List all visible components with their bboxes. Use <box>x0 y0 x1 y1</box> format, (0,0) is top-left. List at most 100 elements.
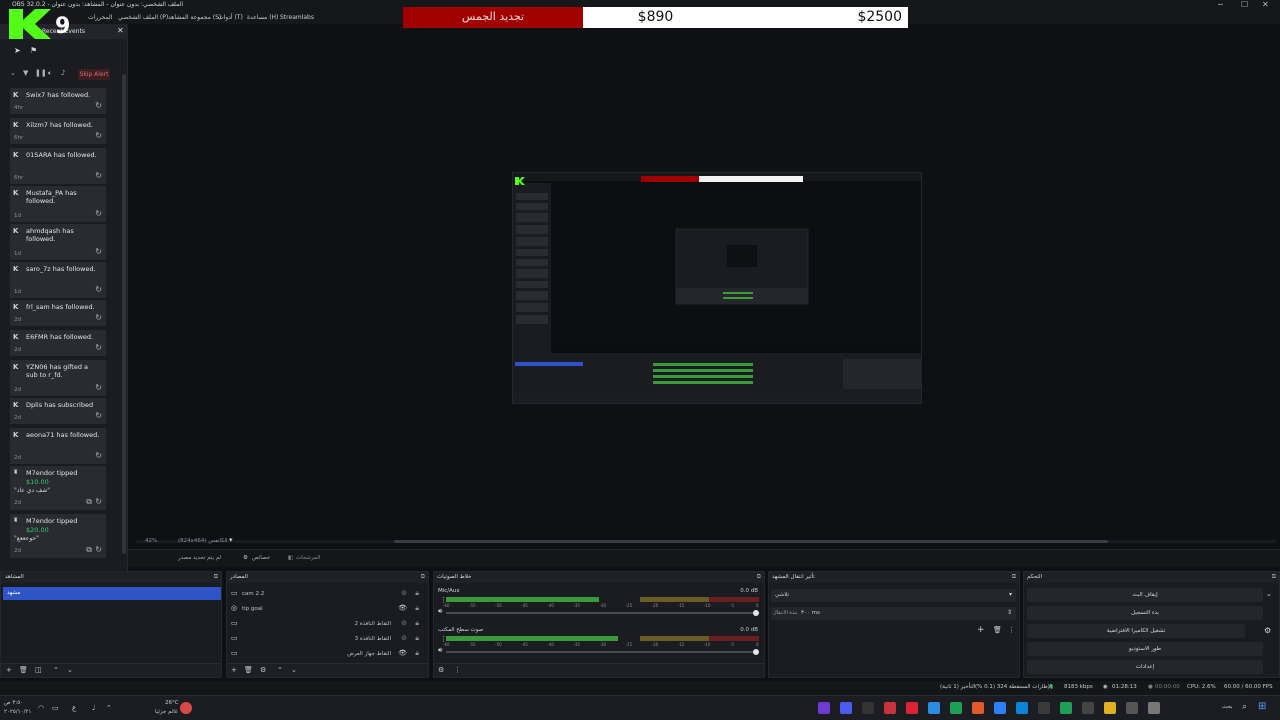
maximize-icon[interactable]: ☐ <box>1241 0 1248 9</box>
app-icon[interactable] <box>862 702 874 714</box>
app-icon[interactable] <box>1104 702 1116 714</box>
copy-icon[interactable]: ⧉ <box>86 545 92 555</box>
replay-icon[interactable]: ↻ <box>95 171 102 180</box>
replay-icon[interactable]: ↻ <box>95 313 102 322</box>
copy-icon[interactable]: ⧉ <box>86 497 92 507</box>
filter-icon[interactable]: ◫ <box>35 666 42 674</box>
weather-desc[interactable]: غائم جزئيا <box>155 709 178 715</box>
skip-alert-button[interactable]: Skip Alert <box>78 69 110 80</box>
gear-icon[interactable]: ⚙ <box>438 666 444 674</box>
lock-icon[interactable]: 🔒︎ <box>415 649 419 658</box>
bell-icon[interactable]: ♪ <box>61 69 65 77</box>
close-icon[interactable]: ✕ <box>1262 0 1269 9</box>
filter-icon[interactable]: ▼ <box>23 69 28 77</box>
language-icon[interactable]: ع <box>72 704 76 712</box>
add-icon[interactable]: + <box>6 666 12 674</box>
more-icon[interactable]: ⋮ <box>440 635 447 643</box>
chevron-down-icon[interactable]: ⌄ <box>10 69 16 77</box>
microphone-icon[interactable]: ♩ <box>92 704 95 712</box>
canvas-scrollbar[interactable] <box>136 540 1276 543</box>
transition-select[interactable]: تلاشي ▾ <box>771 589 1016 602</box>
stop-streaming-button[interactable]: إيقاف البث <box>1027 588 1263 602</box>
app-icon[interactable] <box>1060 702 1072 714</box>
more-icon[interactable]: ⋮ <box>1008 626 1015 634</box>
menu-item-view[interactable]: المحررات <box>88 14 112 21</box>
weather-icon[interactable] <box>180 702 192 714</box>
app-icon[interactable] <box>840 702 852 714</box>
properties-button[interactable]: خصائص <box>252 555 270 561</box>
more-icon[interactable]: ⋮ <box>454 666 461 674</box>
pause-icon[interactable]: ❚❚ <box>35 69 47 77</box>
speaker-icon[interactable]: 🔊︎ <box>438 646 442 655</box>
lock-icon[interactable]: 🔒︎ <box>415 589 419 598</box>
chevron-down-icon[interactable]: ⌄ <box>1266 590 1272 598</box>
eye-icon[interactable]: 👁︎ <box>398 649 407 657</box>
add-icon[interactable]: + <box>231 666 237 674</box>
start-recording-button[interactable]: بدء التسجيل <box>1027 606 1263 620</box>
stream-preview[interactable] <box>512 172 922 404</box>
speaker-icon[interactable]: 🔊︎ <box>438 607 442 616</box>
menu-item-profile[interactable]: الملف الشخصي (P) <box>118 14 168 21</box>
popout-icon[interactable]: ⧉ <box>421 573 425 581</box>
battery-icon[interactable]: ▭ <box>52 704 59 712</box>
replay-icon[interactable]: ↻ <box>95 247 102 256</box>
eye-off-icon[interactable]: ⊘ <box>401 589 407 597</box>
lock-icon[interactable]: 🔒︎ <box>415 619 419 628</box>
popout-icon[interactable]: ⧉ <box>214 573 218 581</box>
weather-temp[interactable]: 26°C <box>165 700 179 706</box>
windows-start-icon[interactable]: ⊞ <box>1258 701 1266 712</box>
minimize-icon[interactable]: ─ <box>1218 0 1223 9</box>
trash-icon[interactable]: 🗑︎ <box>244 666 253 674</box>
search-icon[interactable]: ⌕ <box>1242 702 1247 712</box>
trash-icon[interactable]: 🗑︎ <box>19 666 28 674</box>
replay-icon[interactable]: ↻ <box>95 101 102 110</box>
replay-icon[interactable]: ↻ <box>95 497 102 506</box>
replay-icon[interactable]: ↻ <box>95 451 102 460</box>
popout-icon[interactable]: ⧉ <box>757 573 761 581</box>
clock-date[interactable]: ٢٠٢٥/١٠/٢١ <box>4 709 31 715</box>
more-icon[interactable]: ⋮ <box>440 596 447 604</box>
chevron-up-icon[interactable]: ⌃ <box>106 704 112 712</box>
gear-icon[interactable]: ⚙ <box>1264 626 1271 635</box>
start-virtual-camera-button[interactable]: تشغيل الكاميرا الافتراضية <box>1027 624 1245 638</box>
gear-icon[interactable]: ⚙ <box>243 555 248 561</box>
app-icon[interactable] <box>906 702 918 714</box>
volume-slider[interactable] <box>446 610 759 616</box>
mute-icon[interactable]: 🔈︎ <box>48 69 52 78</box>
slider-handle[interactable] <box>753 610 759 616</box>
eye-off-icon[interactable]: ⊘ <box>401 619 407 627</box>
flag-icon[interactable]: ⚑ <box>30 46 37 55</box>
popout-icon[interactable]: ⧉ <box>1272 573 1276 581</box>
replay-icon[interactable]: ↻ <box>95 411 102 420</box>
app-icon[interactable] <box>818 702 830 714</box>
settings-button[interactable]: إعدادات <box>1027 660 1263 674</box>
source-item[interactable]: ▭ التقاط النافذة 2 ⊘ 🔒︎ <box>229 617 423 631</box>
gear-icon[interactable]: ⚙ <box>260 666 266 674</box>
chevron-down-icon[interactable]: ⌄ <box>67 666 73 674</box>
taskbar-search[interactable]: بحث <box>1222 704 1232 710</box>
source-item[interactable]: ▭ cam 2.2 ⊘ 🔒︎ <box>229 587 423 601</box>
app-icon[interactable] <box>950 702 962 714</box>
source-item[interactable]: ◎ tip goal 👁︎ 🔒︎ <box>229 602 423 616</box>
wifi-icon[interactable]: ◠ <box>38 704 44 712</box>
close-icon[interactable]: ✕ <box>117 26 124 35</box>
chevron-up-icon[interactable]: ⌃ <box>277 666 283 674</box>
menu-item-help[interactable]: مساعدة (H) <box>247 14 278 21</box>
filters-button[interactable]: المرشحات <box>296 555 320 561</box>
app-icon[interactable] <box>1016 702 1028 714</box>
menu-item-scene-collection[interactable]: مجموعة المشاهد (S) <box>168 14 221 21</box>
replay-icon[interactable]: ↻ <box>95 285 102 294</box>
app-icon[interactable] <box>1038 702 1050 714</box>
filter-icon[interactable]: ◧ <box>288 555 293 561</box>
event-list-scrollbar[interactable] <box>122 74 126 554</box>
source-item[interactable]: ▭ التقاط النافذة 3 ⊘ 🔒︎ <box>229 632 423 646</box>
replay-icon[interactable]: ↻ <box>95 209 102 218</box>
replay-icon[interactable]: ↻ <box>95 131 102 140</box>
app-icon[interactable] <box>994 702 1006 714</box>
app-icon[interactable] <box>928 702 940 714</box>
studio-mode-button[interactable]: طور الاستوديو <box>1027 642 1263 656</box>
popout-icon[interactable]: ⧉ <box>1012 573 1016 581</box>
chevron-up-icon[interactable]: ⌃ <box>53 666 59 674</box>
send-icon[interactable]: ➤ <box>14 46 21 55</box>
lock-icon[interactable]: 🔒︎ <box>415 634 419 643</box>
